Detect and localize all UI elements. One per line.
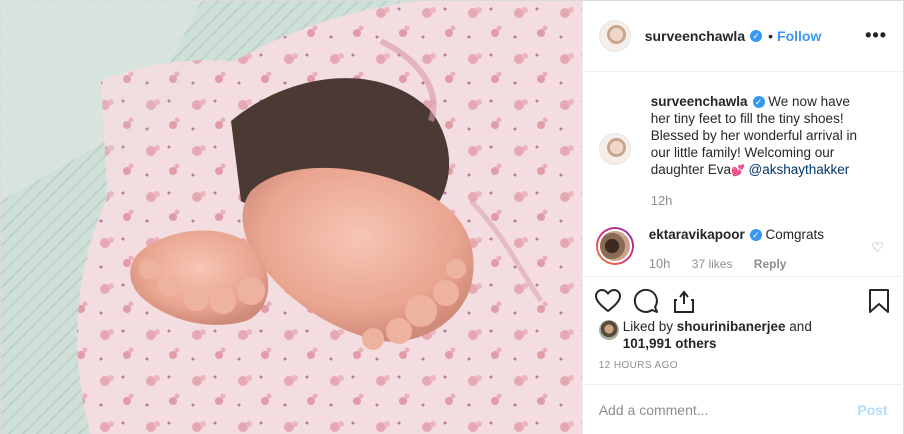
caption-username[interactable]: surveenchawla	[651, 94, 748, 109]
caption-body: surveenchawla ✓ We now have her tiny feet…	[651, 93, 871, 209]
post-timestamp[interactable]: 12 HOURS AGO	[599, 360, 678, 371]
author-username[interactable]: surveenchawla	[645, 28, 745, 44]
comment-likes[interactable]: 37 likes	[692, 257, 733, 271]
post-header: surveenchawla ✓ • Follow •••	[582, 1, 903, 72]
heart-emoji: 💕	[731, 165, 745, 177]
verified-badge-icon: ✓	[750, 30, 763, 42]
comment-meta: 10h 37 likes Reply	[649, 256, 824, 271]
reply-button[interactable]: Reply	[754, 257, 787, 271]
liker-username[interactable]: shourinibanerjee	[677, 319, 786, 334]
bookmark-icon[interactable]	[864, 286, 894, 316]
verified-badge-icon: ✓	[749, 229, 762, 242]
author-avatar[interactable]	[598, 20, 631, 52]
heart-icon[interactable]	[593, 286, 623, 316]
baby-feet-photo	[1, 1, 582, 434]
comment-item: ektaravikapoor ✓ Comgrats 10h 37 likes Re…	[595, 227, 888, 271]
follow-button[interactable]: Follow	[777, 28, 821, 44]
add-comment-bar: Post	[582, 384, 904, 434]
separator-dot: •	[768, 28, 774, 44]
more-options-icon[interactable]: •••	[865, 25, 887, 46]
likes-count[interactable]: 101,991 others	[623, 336, 717, 351]
comments-section[interactable]: surveenchawla ✓ We now have her tiny feet…	[583, 73, 904, 276]
caption-time[interactable]: 12h	[651, 192, 871, 209]
action-bar	[582, 276, 904, 324]
caption: surveenchawla ✓ We now have her tiny feet…	[598, 93, 888, 209]
post-comment-button[interactable]: Post	[857, 402, 887, 418]
instagram-post: surveenchawla ✓ • Follow ••• surveenchaw…	[0, 0, 904, 434]
post-side-panel: surveenchawla ✓ • Follow ••• surveenchaw…	[581, 1, 904, 434]
comment-time[interactable]: 10h	[649, 256, 671, 271]
likes-prefix: Liked by	[622, 319, 677, 334]
liker-avatar[interactable]	[598, 320, 619, 340]
caption-avatar[interactable]	[598, 133, 631, 165]
post-photo[interactable]	[1, 1, 582, 434]
share-icon[interactable]	[669, 286, 699, 316]
comment-icon[interactable]	[631, 286, 661, 316]
comment-like-heart-icon[interactable]: ♡	[871, 239, 884, 256]
comment-body: ektaravikapoor ✓ Comgrats 10h 37 likes Re…	[649, 227, 824, 271]
caption-mention-link[interactable]: @akshaythakker	[749, 162, 850, 177]
likes-summary: Liked by shourinibanerjee and 101,991 ot…	[598, 318, 812, 352]
comment-text: Comgrats	[765, 227, 825, 242]
likes-text: Liked by shourinibanerjee and 101,991 ot…	[623, 318, 812, 352]
comment-username[interactable]: ektaravikapoor	[649, 227, 745, 242]
commenter-avatar[interactable]	[595, 227, 634, 265]
comment-input[interactable]	[598, 402, 858, 418]
likes-and: and	[785, 319, 812, 334]
verified-badge-icon: ✓	[752, 96, 765, 109]
